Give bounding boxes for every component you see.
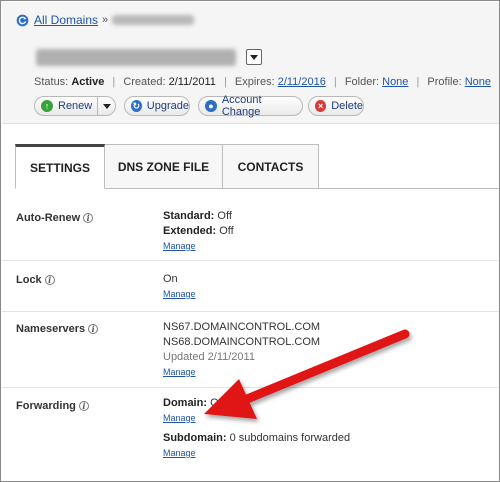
auto-renew-label: Auto-Renew [16,212,81,224]
account-change-button[interactable]: ● Account Change [198,94,303,118]
window-frame: All Domains » Status: Active | Created: … [0,0,500,482]
renew-label: Renew [58,100,93,112]
upgrade-label: Upgrade [146,100,189,112]
upgrade-icon: ↻ [131,100,142,112]
refresh-icon[interactable] [16,14,29,27]
lock-values: On Manage [163,272,196,301]
upgrade-button[interactable]: ↻ Upgrade [124,96,190,116]
folder-label: Folder: [344,76,380,88]
profile-link[interactable]: None [465,76,491,88]
forwarding-domain-manage-link[interactable]: Manage [163,411,350,425]
lock-value: On [163,273,178,285]
status-value: Active [71,76,105,88]
user-icon: ● [205,100,217,112]
info-icon[interactable]: i [78,401,89,411]
created-value: 2/11/2011 [168,76,216,88]
standard-value: Off [217,210,232,222]
nameservers-values: NS67.DOMAINCONTROL.COM NS68.DOMAINCONTRO… [163,320,320,379]
all-domains-link[interactable]: All Domains [34,13,98,27]
tab-divider [319,188,499,189]
info-icon[interactable]: i [88,324,99,334]
account-change-label: Account Change [221,94,262,118]
forwarding-values: Domain: Off Manage Subdomain: 0 subdomai… [163,396,350,460]
nameservers-label: Nameservers [16,323,86,335]
forwarding-label-wrap: Forwarding i [16,400,89,412]
lock-label-wrap: Lock i [16,274,55,286]
blurred-domain-name [112,15,195,25]
forwarding-domain-value: Off [210,397,225,409]
renew-options-dropdown[interactable] [97,97,116,115]
nameserver-1: NS67.DOMAINCONTROL.COM [163,321,321,333]
forwarding-label: Forwarding [16,400,76,412]
subdomain-manage-link[interactable]: Manage [163,446,350,460]
expires-link[interactable]: 2/11/2016 [278,76,326,88]
auto-renew-values: Standard: Off Extended: Off Manage [163,209,234,253]
info-icon[interactable]: i [83,213,94,223]
tab-dns-zone-file[interactable]: DNS ZONE FILE [105,144,223,189]
subdomain-value: 0 subdomains forwarded [229,432,351,444]
domain-header: All Domains » Status: Active | Created: … [2,2,499,124]
delete-button[interactable]: × Delete [308,96,364,116]
nameservers-row: Nameservers i NS67.DOMAINCONTROL.COM NS6… [2,312,499,388]
lock-manage-link[interactable]: Manage [163,287,196,301]
expires-label: Expires: [234,76,275,88]
created-label: Created: [123,76,166,88]
status-label: Status: [34,76,69,88]
domain-title-blurred [36,49,236,66]
domain-dropdown-button[interactable] [246,49,262,65]
nameservers-manage-link[interactable]: Manage [163,365,320,379]
auto-renew-manage-link[interactable]: Manage [163,239,234,253]
extended-value: Off [219,225,234,237]
lock-label: Lock [16,274,42,286]
subdomain-label: Subdomain: [163,432,227,444]
renew-icon: ↑ [41,100,53,112]
tab-bar: SETTINGS DNS ZONE FILE CONTACTS [15,144,319,189]
tab-contacts[interactable]: CONTACTS [223,144,319,189]
delete-label: Delete [331,100,363,112]
auto-renew-row: Auto-Renew i Standard: Off Extended: Off… [2,201,499,261]
info-icon[interactable]: i [44,275,55,285]
chevron-down-icon [103,103,111,109]
chevron-down-icon [250,54,258,60]
breadcrumb: All Domains » [16,13,195,27]
folder-link[interactable]: None [382,76,408,88]
tab-settings[interactable]: SETTINGS [15,144,105,189]
nameservers-label-wrap: Nameservers i [16,323,99,335]
lock-row: Lock i On Manage [2,261,499,312]
nameserver-2: NS68.DOMAINCONTROL.COM [163,336,321,348]
extended-label: Extended: [163,225,217,237]
renew-button[interactable]: ↑ Renew [34,96,116,116]
standard-label: Standard: [163,210,215,222]
domain-status-line: Status: Active | Created: 2/11/2011 | Ex… [34,76,492,88]
auto-renew-label-wrap: Auto-Renew i [16,212,94,224]
breadcrumb-separator: » [102,14,109,26]
profile-label: Profile: [427,76,462,88]
forwarding-domain-label: Domain: [163,397,207,409]
delete-icon: × [315,100,327,112]
nameservers-updated: Updated 2/11/2011 [163,351,255,363]
forwarding-row: Forwarding i Domain: Off Manage Subdomai… [2,388,499,473]
